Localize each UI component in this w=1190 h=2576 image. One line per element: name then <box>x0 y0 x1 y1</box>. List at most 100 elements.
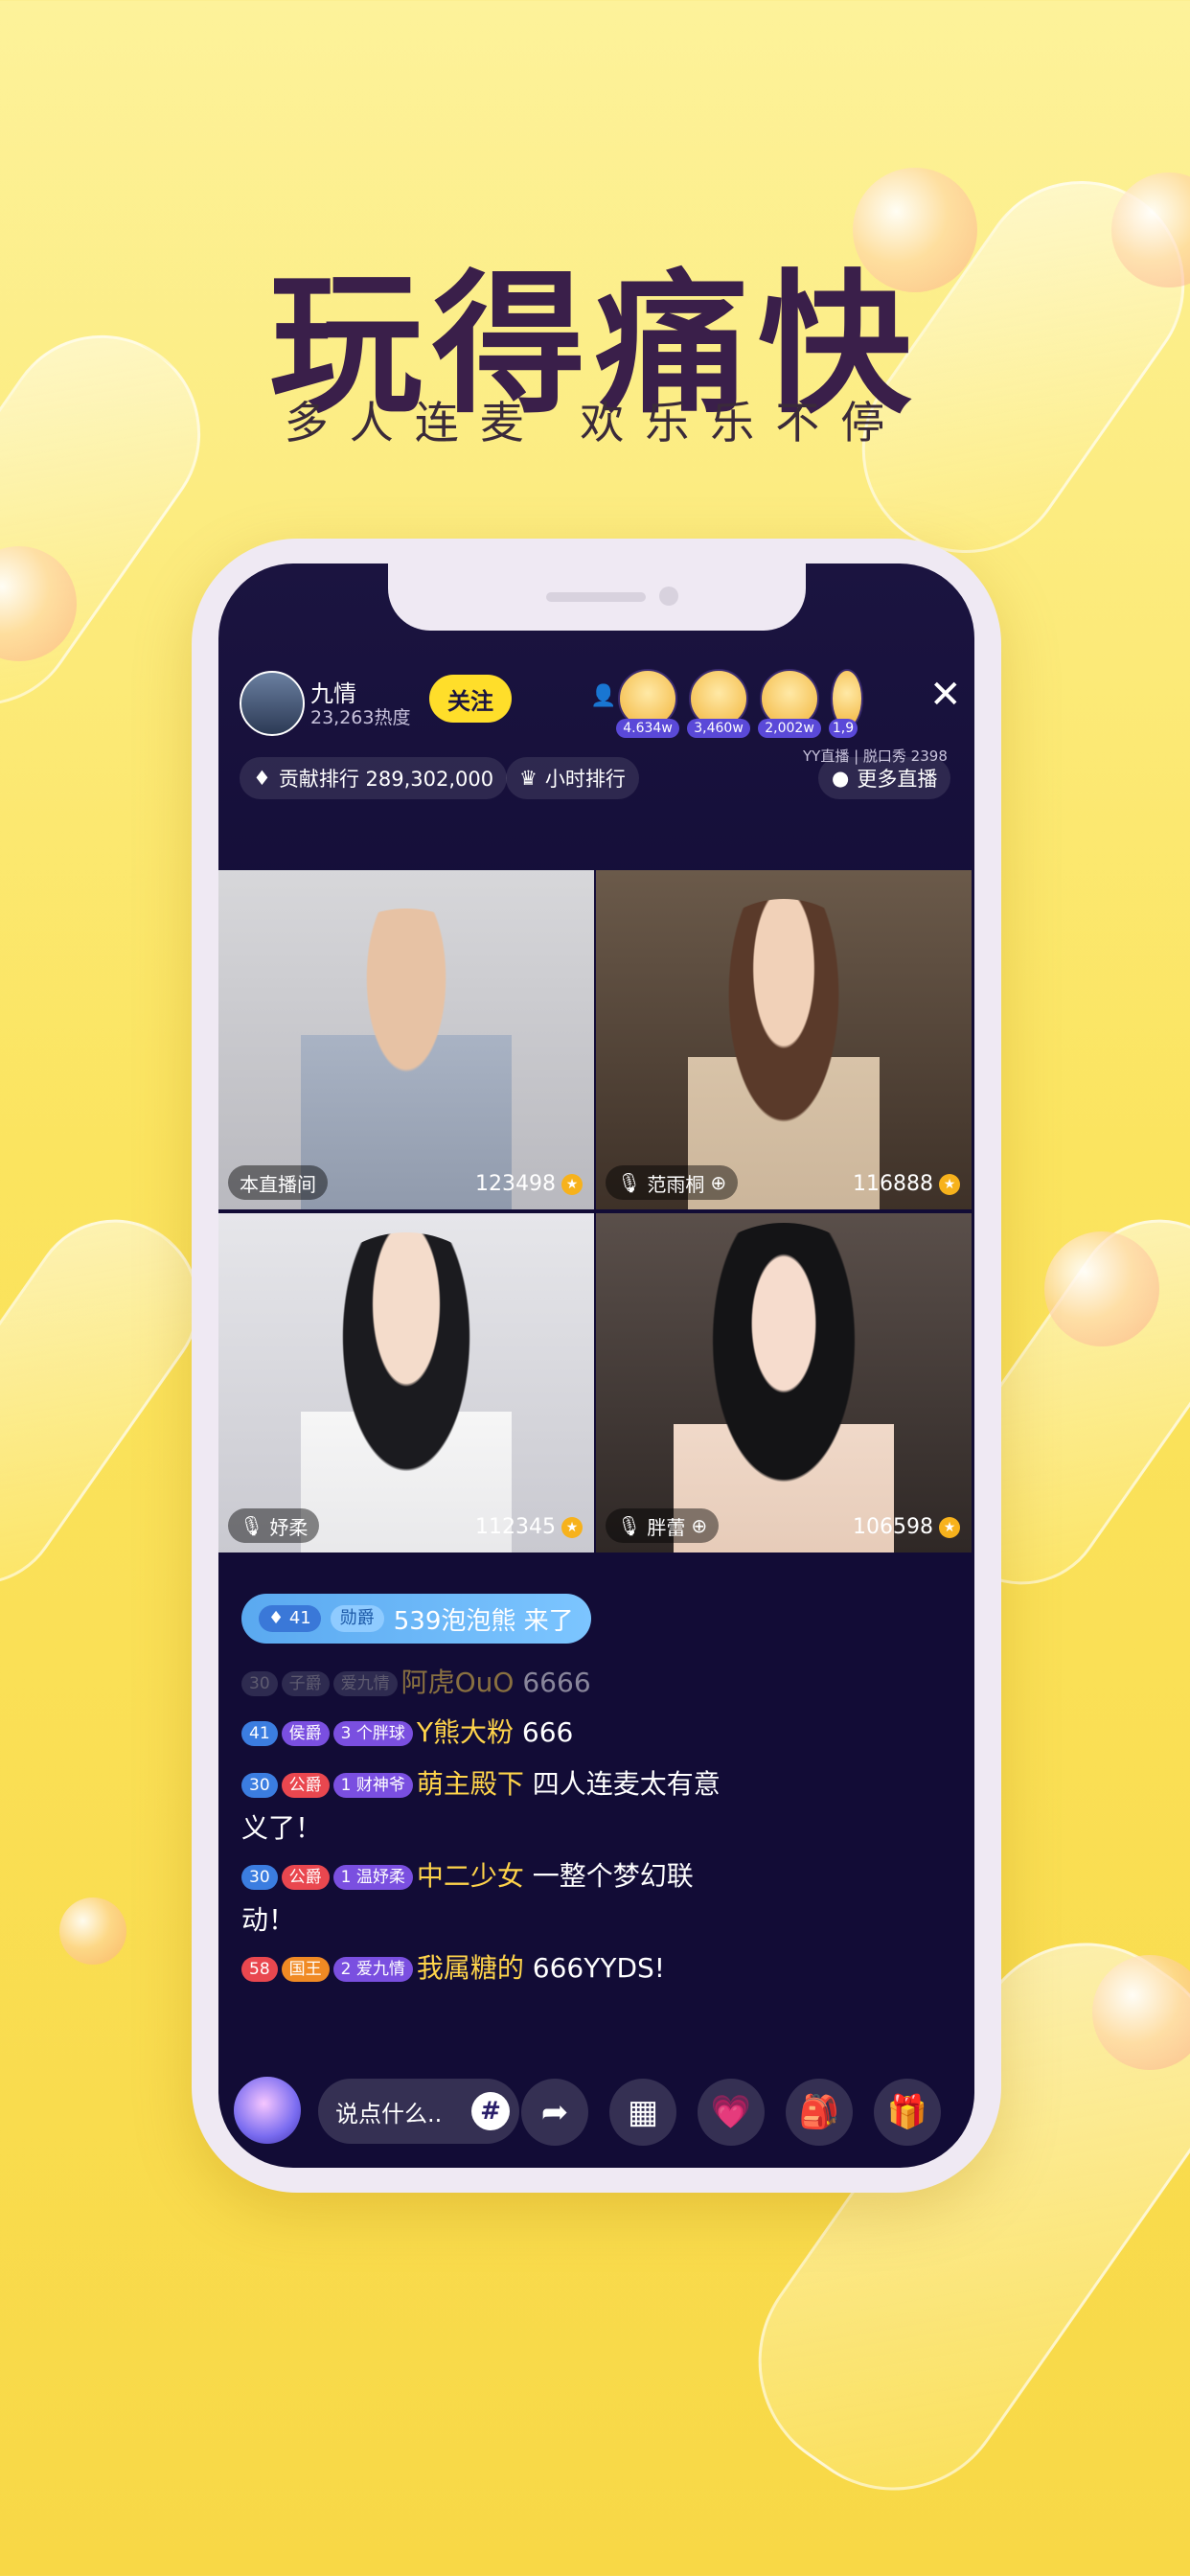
close-icon[interactable]: ✕ <box>929 673 962 717</box>
camera <box>659 586 678 606</box>
hourly-rank[interactable]: ♛ 小时排行 <box>506 757 639 799</box>
stream-tag-label: 范雨桐 <box>647 1172 705 1196</box>
fan-badge: 2 爱九情 <box>332 1957 413 1982</box>
hashtag-icon[interactable]: # <box>471 2092 510 2130</box>
stream-tile[interactable]: 🎙 胖蕾 ⊕ 106598 ★ <box>596 1213 972 1552</box>
host-avatar[interactable] <box>240 671 305 736</box>
level-badge: 30 <box>241 1773 278 1798</box>
stream-tile[interactable]: 🎙 范雨桐 ⊕ 116888 ★ <box>596 870 972 1209</box>
decorative-bubble <box>1044 1231 1159 1346</box>
sender-name[interactable]: 我属糖的 <box>417 1952 524 1984</box>
chat-message: 30 公爵 1 温妤柔 中二少女 一整个梦幻联动！ <box>241 1854 740 1943</box>
grid-icon[interactable]: ▦ <box>609 2079 676 2146</box>
user-avatar[interactable] <box>234 2077 301 2144</box>
stream-tag-label: 胖蕾 <box>647 1515 686 1539</box>
add-icon[interactable]: ⊕ <box>691 1514 707 1537</box>
more-live-label: 更多直播 <box>857 768 938 791</box>
stream-tile[interactable]: 本直播间 123498 ★ <box>218 870 594 1209</box>
chat-message: 41 侯爵 3 个胖球 Y熊大粉 666 <box>241 1711 740 1755</box>
share-icon[interactable]: ➦ <box>521 2079 588 2146</box>
crown-icon: ♛ <box>519 767 538 790</box>
sender-name[interactable]: 萌主殿下 <box>417 1768 524 1800</box>
phone-frame: 九情 23,263热度 关注 👤 4.634w 3,460w 2,002w 1,… <box>192 539 1001 2193</box>
chat-input[interactable]: 说点什么.. # <box>318 2079 519 2144</box>
message-text: 666 <box>513 1716 574 1748</box>
viewer-avatar[interactable]: 1,9 <box>829 669 863 738</box>
star-icon: ★ <box>939 1173 960 1195</box>
level-value: 41 <box>288 1608 311 1628</box>
score-value: 116888 <box>853 1172 933 1196</box>
host-heat: 23,263热度 <box>310 707 411 728</box>
chat-input-placeholder: 说点什么.. <box>335 2100 443 2128</box>
level-badge: 41 <box>241 1721 278 1746</box>
viewer-badge: 1,9 <box>829 719 858 738</box>
speaker <box>546 592 646 602</box>
fan-badge: 1 财神爷 <box>332 1773 413 1798</box>
viewer-avatar[interactable]: 3,460w <box>687 669 750 738</box>
sender-name[interactable]: 中二少女 <box>417 1860 524 1892</box>
phone-notch <box>388 564 806 631</box>
star-icon: ★ <box>939 1516 960 1538</box>
chat-message: 30 公爵 1 财神爷 萌主殿下 四人连麦太有意义了！ <box>241 1762 740 1851</box>
rank-badge: 公爵 <box>281 1865 330 1890</box>
viewer-avatar[interactable]: 4.634w <box>616 669 679 738</box>
score-value: 106598 <box>853 1515 933 1539</box>
more-live[interactable]: ● 更多直播 <box>818 757 951 799</box>
rank-row: ♦ 贡献排行 289,302,000 ♛ 小时排行 ● 更多直播 <box>240 757 968 805</box>
chat-message: 58 国王 2 爱九情 我属糖的 666YYDS! <box>241 1946 740 1990</box>
stream-tile[interactable]: 🎙 妤柔 112345 ★ <box>218 1213 594 1552</box>
room-topbar: 九情 23,263热度 关注 👤 4.634w 3,460w 2,002w 1,… <box>240 669 968 765</box>
stream-tag-label: 妤柔 <box>269 1515 309 1539</box>
score-value: 112345 <box>475 1515 556 1539</box>
live-room-screen: 九情 23,263热度 关注 👤 4.634w 3,460w 2,002w 1,… <box>218 564 974 2168</box>
enter-text: 539泡泡熊 来了 <box>393 1606 574 1636</box>
heart-hand-icon[interactable]: 💗 <box>698 2079 765 2146</box>
level-badge: ♦ 41 <box>259 1605 321 1632</box>
follow-button[interactable]: 关注 <box>429 675 512 723</box>
add-icon[interactable]: ⊕ <box>710 1171 726 1194</box>
enter-notice: ♦ 41 勋爵 539泡泡熊 来了 <box>241 1594 591 1644</box>
level-badge: 58 <box>241 1957 278 1982</box>
mic-icon: 🎙 <box>240 1514 264 1537</box>
stream-score: 123498 ★ <box>475 1172 583 1196</box>
user-icon[interactable]: 👤 <box>590 684 616 708</box>
mic-icon: 🎙 <box>617 1171 642 1194</box>
streamer-figure <box>301 1232 512 1552</box>
star-icon: ★ <box>561 1173 583 1195</box>
decorative-bubble <box>59 1898 126 1965</box>
globe-icon: ● <box>832 767 850 790</box>
gift-icon[interactable]: 🎁 <box>874 2079 941 2146</box>
stream-score: 106598 ★ <box>853 1515 960 1539</box>
stream-tag: 🎙 妤柔 <box>228 1508 320 1543</box>
streamer-figure <box>688 899 880 1209</box>
subline: 多人连麦 欢乐乐不停 <box>284 397 906 448</box>
stream-grid: 本直播间 123498 ★ 🎙 范雨桐 ⊕ 116888 ★ 🎙 妤柔 112345 ★ 🎙… <box>218 870 974 1552</box>
level-badge: 30 <box>241 1865 278 1890</box>
viewer-badge: 2,002w <box>758 719 821 738</box>
rank-badge: 子爵 <box>281 1671 330 1696</box>
rank-badge: 侯爵 <box>281 1721 330 1746</box>
sender-name[interactable]: 阿虎OuO <box>401 1667 515 1698</box>
streamer-figure <box>674 1223 894 1552</box>
viewer-badge: 3,460w <box>687 719 750 738</box>
message-text: 666YYDS! <box>523 1952 665 1984</box>
stream-score: 116888 ★ <box>853 1172 960 1196</box>
contribution-label: 贡献排行 289,302,000 <box>278 768 494 791</box>
rank-badge: 公爵 <box>281 1773 330 1798</box>
sender-name[interactable]: Y熊大粉 <box>417 1716 514 1748</box>
message-text: 6666 <box>514 1667 591 1698</box>
chat-message: 30 子爵 爱九情 阿虎OuO 6666 <box>241 1661 740 1705</box>
viewer-list: 4.634w 3,460w 2,002w 1,9 <box>616 669 875 738</box>
bottom-toolbar: 说点什么.. # ➦ ▦ 💗 🎒 🎁 <box>234 2073 962 2150</box>
treasure-icon[interactable]: 🎒 <box>786 2079 853 2146</box>
stream-tag: 🎙 胖蕾 ⊕ <box>606 1508 720 1543</box>
fan-badge: 1 温妤柔 <box>332 1865 413 1890</box>
star-icon: ★ <box>561 1516 583 1538</box>
hourly-label: 小时排行 <box>544 768 626 791</box>
diamond-icon: ♦ <box>253 767 271 790</box>
rank-badge: 国王 <box>281 1957 330 1982</box>
fan-badge: 3 个胖球 <box>332 1721 413 1746</box>
score-value: 123498 <box>475 1172 556 1196</box>
contribution-rank[interactable]: ♦ 贡献排行 289,302,000 <box>240 757 508 799</box>
viewer-avatar[interactable]: 2,002w <box>758 669 821 738</box>
